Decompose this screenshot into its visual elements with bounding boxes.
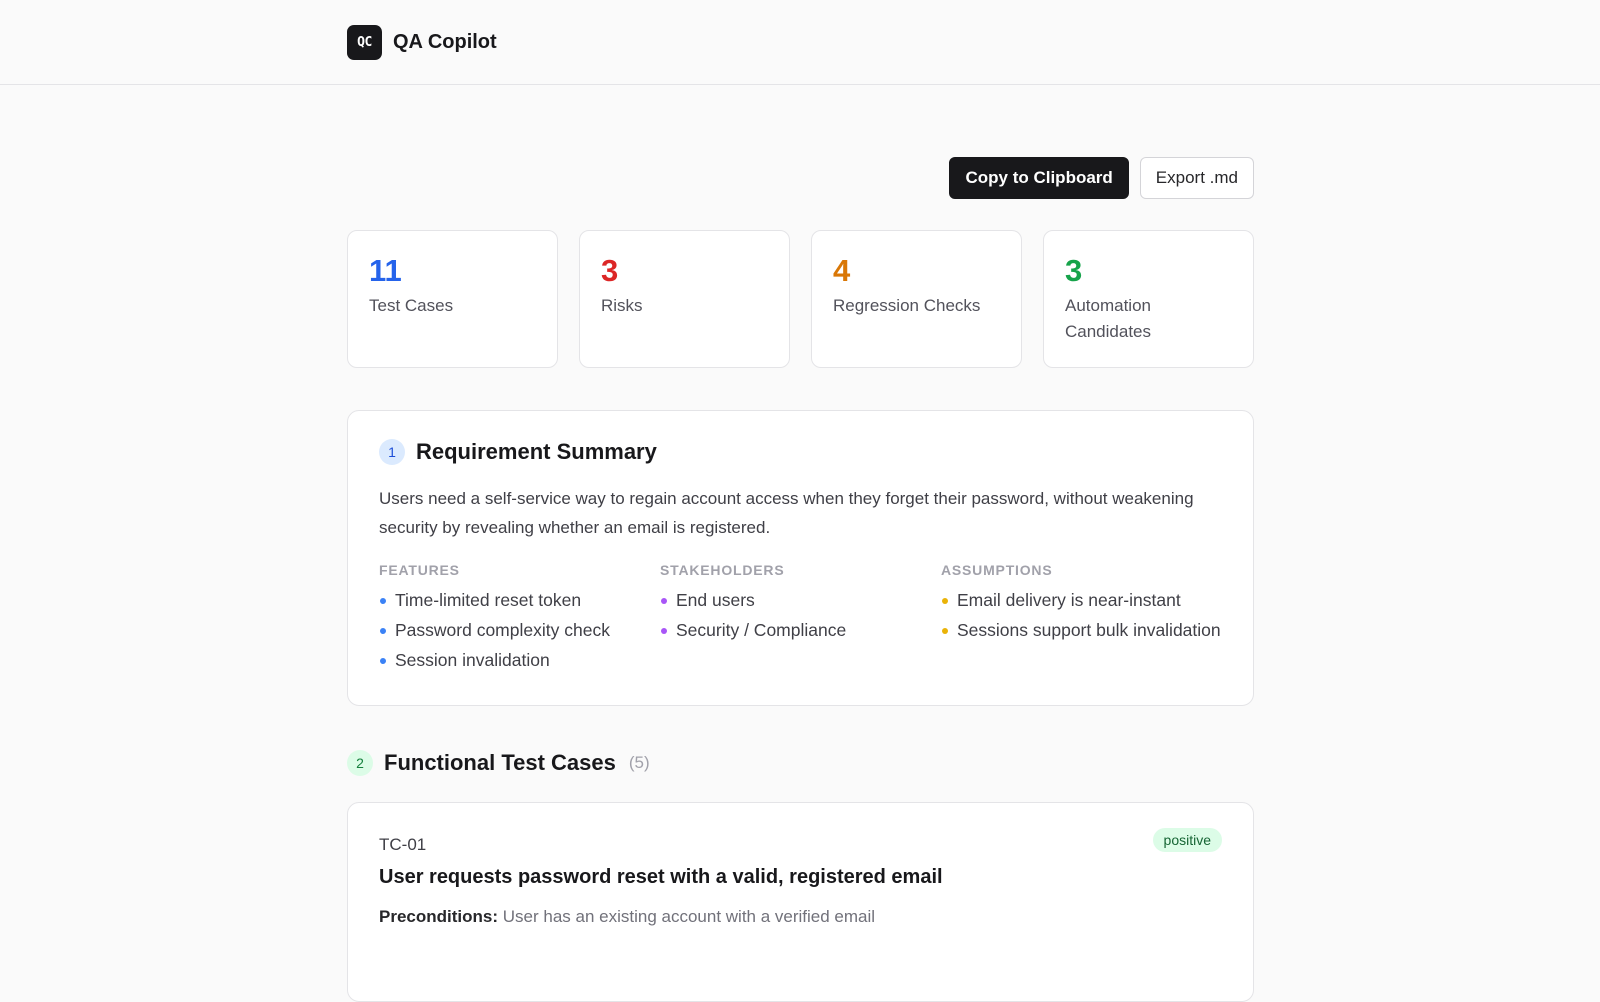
bullet-dot-icon [942,598,948,604]
export-actions: Copy to Clipboard Export .md [949,157,1254,199]
summary-text: Users need a self-service way to regain … [379,489,1194,537]
list-item-text: Time-limited reset token [395,590,582,610]
test-case-card[interactable]: positive TC-01 User requests password re… [347,802,1254,1002]
bullet-dot-icon [380,628,386,634]
features-heading: Features [379,562,460,578]
functional-test-cases-header: 2 Functional Test Cases (5) [347,750,650,776]
export-md-button[interactable]: Export .md [1139,157,1254,199]
assumptions-column: Assumptions Email delivery is near-insta… [941,562,1222,678]
list-item: Session invalidation [379,648,660,673]
stat-label: Automation Candidates [1065,296,1152,341]
copy-to-clipboard-button[interactable]: Copy to Clipboard [949,157,1129,199]
stat-card-risks: 3 Risks [579,230,790,368]
preconditions: Preconditions: User has an existing acco… [379,907,1222,927]
requirement-summary-card: 1 Requirement Summary Users need a self-… [347,410,1254,706]
section-number-badge: 2 [347,750,373,776]
stat-label: Regression Checks [833,296,981,315]
test-type-badge: positive [1152,828,1222,852]
test-case-title: User requests password reset with a vali… [379,866,943,888]
stat-value: 11 [369,253,402,288]
stat-card-test-cases: 11 Test Cases [347,230,558,368]
preconditions-text: User has an existing account with a veri… [502,907,876,926]
list-item-text: Email delivery is near-instant [957,590,1181,610]
stats-row: 11 Test Cases 3 Risks 4 Regression Check… [347,230,1254,368]
section-number-badge: 1 [379,439,405,465]
section-title: Requirement Summary [416,439,657,464]
section-header: 1 Requirement Summary [379,439,1222,465]
bullet-dot-icon [380,598,386,604]
stakeholders-list: End users Security / Compliance [660,588,941,643]
assumptions-list: Email delivery is near-instant Sessions … [941,588,1222,643]
bullet-dot-icon [661,598,667,604]
list-item-text: Security / Compliance [676,620,847,640]
summary-columns: Features Time-limited reset token Passwo… [379,562,1222,678]
top-bar: QC QA Copilot [0,0,1600,85]
bullet-dot-icon [661,628,667,634]
list-item-text: Session invalidation [395,650,550,670]
stakeholders-column: Stakeholders End users Security / Compli… [660,562,941,678]
stat-value: 3 [1065,253,1083,288]
list-item: Sessions support bulk invalidation [941,618,1222,643]
stakeholders-heading: Stakeholders [660,562,785,578]
brand[interactable]: QC QA Copilot [347,25,497,60]
preconditions-label: Preconditions: [379,907,499,926]
app-logo: QC [347,25,382,60]
features-list: Time-limited reset token Password comple… [379,588,660,673]
stat-card-automation-candidates: 3 Automation Candidates [1043,230,1254,368]
list-item: Email delivery is near-instant [941,588,1222,613]
list-item: Security / Compliance [660,618,941,643]
app-name: QA Copilot [393,31,497,53]
stat-value: 4 [833,253,851,288]
list-item-text: Password complexity check [395,620,610,640]
list-item-text: End users [676,590,755,610]
list-item: Time-limited reset token [379,588,660,613]
section-count: (5) [628,753,650,772]
stat-label: Test Cases [369,296,454,315]
bullet-dot-icon [380,658,386,664]
list-item-text: Sessions support bulk invalidation [957,620,1221,640]
list-item: End users [660,588,941,613]
section-title: Functional Test Cases [384,750,616,775]
assumptions-heading: Assumptions [941,562,1053,578]
test-case-id: TC-01 [379,835,427,854]
stat-value: 3 [601,253,619,288]
stat-label: Risks [601,296,643,315]
list-item: Password complexity check [379,618,660,643]
stat-card-regression-checks: 4 Regression Checks [811,230,1022,368]
features-column: Features Time-limited reset token Passwo… [379,562,660,678]
bullet-dot-icon [942,628,948,634]
